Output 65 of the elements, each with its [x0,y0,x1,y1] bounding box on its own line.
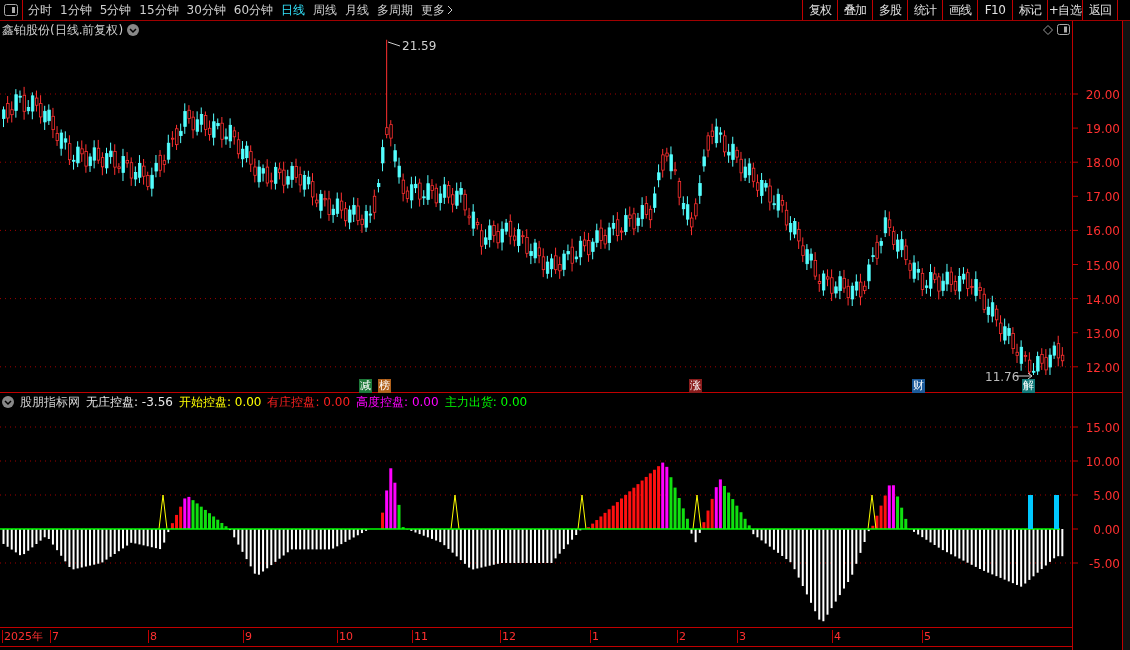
date-axis-label: 8 [148,630,157,643]
period-tab[interactable]: 15分钟 [139,1,179,19]
period-tab[interactable]: 更多 [421,1,454,19]
period-tab[interactable]: 分时 [28,1,52,19]
chevron-down-icon[interactable] [127,23,140,36]
period-tab[interactable]: 1分钟 [60,1,92,19]
indicator-axis-label: -5.00 [1088,557,1120,571]
indicator-axis-label: 10.00 [1085,455,1120,469]
period-tab[interactable]: 多周期 [377,1,414,19]
price-axis-label: 13.00 [1085,326,1120,341]
toolbar-button[interactable]: 返回 [1083,0,1118,20]
indicator-axis-label: 5.00 [1093,489,1120,503]
date-axis-label: 2 [677,630,686,643]
price-axis-label: 14.00 [1085,292,1120,307]
date-axis-label: 11 [412,630,428,643]
chevron-right-icon [447,5,454,15]
chart-title: 鑫铂股份(日线.前复权) [2,21,124,39]
date-axis-label: 4 [832,630,841,643]
indicator-value: 高度控盘: 0.00 [356,393,439,411]
price-axis-label: 19.00 [1085,122,1120,137]
panel-toggle-icon[interactable] [1057,24,1070,35]
date-axis-label: 1 [590,630,599,643]
date-axis-label: 12 [500,630,516,643]
indicator-name: 股朋指标网 [20,393,80,411]
date-axis-label: 9 [243,630,252,643]
toolbar-button[interactable]: +自选 [1048,0,1083,20]
event-tag[interactable]: 涨 [689,379,702,393]
toolbar-button[interactable]: F10 [978,0,1013,20]
min-price-label: 11.76 [985,370,1020,384]
price-axis-label: 20.00 [1085,88,1120,102]
toolbar-button[interactable]: 多股 [873,0,908,20]
toolbar-button[interactable]: 画线 [943,0,978,20]
chevron-down-icon[interactable] [2,395,14,408]
price-axis-label: 12.00 [1085,360,1120,375]
event-tag[interactable]: 财 [912,379,925,393]
event-tag[interactable]: 榜 [378,379,391,393]
toolbar-button[interactable]: 标记 [1013,0,1048,20]
panel-toggle-icon[interactable] [4,4,18,16]
date-axis-label: 5 [922,630,931,643]
period-tab[interactable]: 日线 [281,1,306,19]
event-tag[interactable]: 解 [1022,379,1035,393]
toolbar-button[interactable]: 叠加 [838,0,873,20]
indicator-axis-label: 15.00 [1085,421,1120,435]
price-axis-label: 18.00 [1085,156,1120,171]
date-axis-label: 2025年 [2,630,43,643]
period-tab[interactable]: 周线 [313,1,338,19]
date-axis-label: 3 [737,630,746,643]
price-axis-label: 15.00 [1085,258,1120,273]
indicator-value: 开始控盘: 0.00 [178,393,262,411]
max-price-label: 21.59 [402,39,437,53]
indicator-value: 主力出货: 0.00 [444,393,528,411]
period-tab[interactable]: 30分钟 [186,1,226,19]
price-axis-label: 17.00 [1085,190,1120,205]
period-tab[interactable]: 5分钟 [99,1,132,19]
indicator-value: 有庄控盘: 0.00 [267,393,351,411]
period-tab[interactable]: 月线 [345,1,370,19]
date-axis-label: 7 [50,630,59,643]
indicator-axis-label: 0.00 [1093,523,1120,537]
period-tab[interactable]: 60分钟 [233,1,274,19]
event-tag[interactable]: 减 [359,379,372,393]
toolbar-button[interactable]: 统计 [908,0,943,20]
date-axis-label: 10 [337,630,353,643]
price-axis-label: 16.00 [1085,224,1120,239]
toolbar-button[interactable]: 复权 [803,0,838,20]
indicator-value: 无庄控盘: -3.56 [86,393,173,411]
